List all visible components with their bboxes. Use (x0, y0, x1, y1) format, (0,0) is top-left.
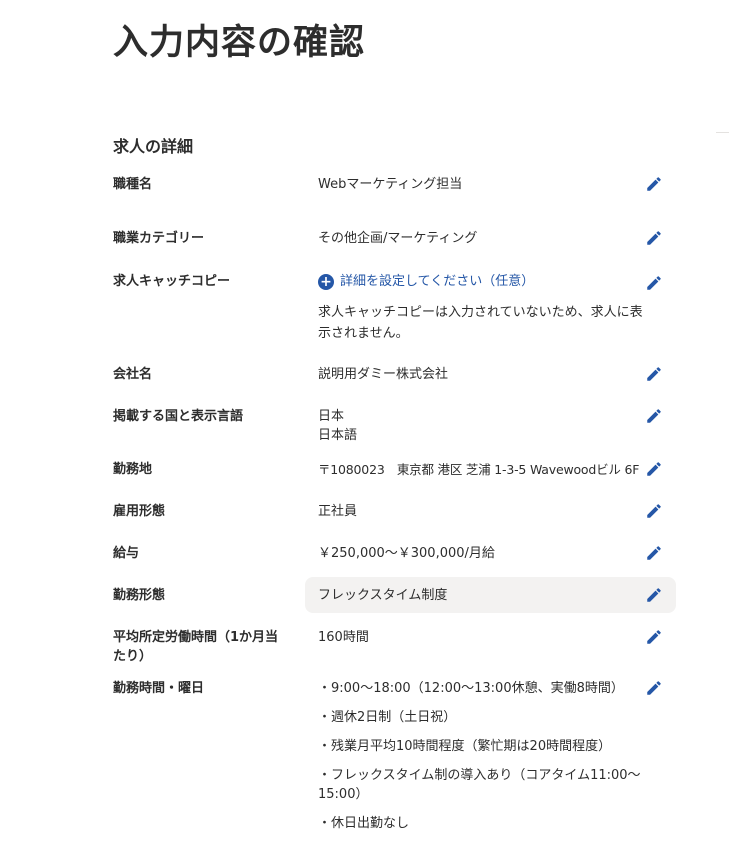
edit-job-title-button[interactable] (643, 173, 665, 195)
pencil-icon (647, 681, 661, 695)
edit-job-category-button[interactable] (643, 227, 665, 249)
field-label: 職業カテゴリー (113, 231, 205, 246)
field-value: その他企画/マーケティング (318, 231, 478, 246)
pencil-icon (647, 588, 661, 602)
edit-country-language-button[interactable] (643, 405, 665, 427)
pencil-icon (647, 276, 661, 290)
field-label: 勤務地 (113, 462, 153, 477)
edit-location-button[interactable] (643, 458, 665, 480)
field-value: ・9:00～18:00（12:00～13:00休憩、実働8時間） ・週休2日制（… (318, 679, 643, 843)
field-label: 勤務形態 (113, 588, 166, 603)
edit-avg-hours-button[interactable] (643, 626, 665, 648)
list-item: ・フレックスタイム制の導入あり（コアタイム11:00～15:00） (318, 768, 641, 802)
list-item: ・週休2日制（土日祝） (318, 710, 457, 725)
field-label: 給与 (113, 546, 140, 561)
catch-copy-note: 求人キャッチコピーは入力されていないため、求人に表示されません。 (318, 305, 643, 341)
pencil-icon (647, 177, 661, 191)
divider (716, 132, 729, 133)
pencil-icon (647, 462, 661, 476)
field-value: 日本 日本語 (318, 407, 643, 445)
field-value: + 詳細を設定してください（任意） 求人キャッチコピーは入力されていないため、求… (318, 272, 643, 344)
field-row-location: 勤務地 〒1080023 東京都 港区 芝浦 1-3-5 Wavewoodビル … (113, 460, 676, 500)
field-row-company: 会社名 説明用ダミー株式会社 (113, 365, 676, 405)
field-value: 160時間 (318, 630, 369, 645)
edit-employment-type-button[interactable] (643, 500, 665, 522)
edit-company-button[interactable] (643, 363, 665, 385)
pencil-icon (647, 546, 661, 560)
pencil-icon (647, 409, 661, 423)
field-value: 正社員 (318, 504, 358, 519)
field-label: 雇用形態 (113, 504, 166, 519)
plus-circle-icon: + (318, 273, 334, 290)
section-title: 求人の詳細 (113, 137, 194, 156)
field-label: 平均所定労働時間（1か月当たり） (113, 630, 279, 664)
edit-work-style-button[interactable] (643, 584, 665, 606)
field-value: フレックスタイム制度 (318, 588, 448, 603)
field-row-schedule: 勤務時間・曜日 ・9:00～18:00（12:00～13:00休憩、実働8時間）… (113, 677, 676, 831)
pencil-icon (647, 504, 661, 518)
field-row-country-language: 掲載する国と表示言語 日本 日本語 (113, 407, 676, 453)
field-label: 勤務時間・曜日 (113, 681, 205, 696)
field-value: ￥250,000～￥300,000/月給 (318, 546, 495, 561)
set-catch-copy-link[interactable]: + 詳細を設定してください（任意） (318, 272, 534, 291)
page-title: 入力内容の確認 (113, 23, 366, 63)
field-label: 掲載する国と表示言語 (113, 409, 244, 424)
pencil-icon (647, 231, 661, 245)
field-value: 説明用ダミー株式会社 (318, 367, 449, 382)
list-item: ・残業月平均10時間程度（繁忙期は20時間程度） (318, 739, 612, 754)
language-value: 日本語 (318, 428, 358, 443)
field-value: Webマーケティング担当 (318, 177, 463, 192)
field-row-work-style: 勤務形態 フレックスタイム制度 (113, 586, 676, 616)
field-row-avg-hours: 平均所定労働時間（1か月当たり） 160時間 (113, 628, 676, 674)
field-row-employment-type: 雇用形態 正社員 (113, 502, 676, 542)
field-label: 職種名 (113, 177, 153, 192)
pencil-icon (647, 367, 661, 381)
field-label: 会社名 (113, 367, 153, 382)
field-row-job-title: 職種名 Webマーケティング担当 (113, 175, 676, 215)
edit-salary-button[interactable] (643, 542, 665, 564)
field-label: 求人キャッチコピー (113, 274, 231, 289)
list-item: ・9:00～18:00（12:00～13:00休憩、実働8時間） (318, 681, 624, 696)
list-item: ・休日出勤なし (318, 816, 410, 831)
field-value: 〒1080023 東京都 港区 芝浦 1-3-5 Wavewoodビル 6F (318, 462, 640, 477)
pencil-icon (647, 630, 661, 644)
field-row-catch-copy: 求人キャッチコピー + 詳細を設定してください（任意） 求人キャッチコピーは入力… (113, 272, 676, 352)
link-label: 詳細を設定してください（任意） (340, 274, 535, 289)
edit-schedule-button[interactable] (643, 677, 665, 699)
field-row-job-category: 職業カテゴリー その他企画/マーケティング (113, 229, 676, 269)
edit-catch-copy-button[interactable] (643, 272, 665, 294)
country-value: 日本 (318, 409, 345, 424)
